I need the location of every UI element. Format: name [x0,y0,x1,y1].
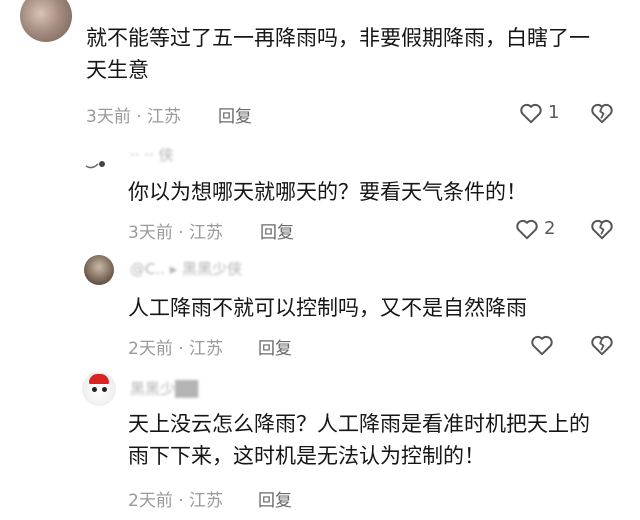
heart-outline-icon[interactable] [518,100,544,126]
reply-button[interactable]: 回复 [258,486,292,511]
broken-heart-icon[interactable] [589,216,615,242]
reply-button[interactable]: 回复 [258,334,292,359]
avatar[interactable] [84,152,112,174]
avatar[interactable] [82,372,116,406]
avatar[interactable] [84,255,114,285]
comment-meta: 3天前 · 江苏 [86,107,182,127]
like-count: 2 [544,218,556,239]
broken-heart-icon[interactable] [589,332,615,358]
comment-text: 人工降雨不就可以控制吗，又不是自然降雨 [128,296,527,320]
reply-button[interactable]: 回复 [218,102,252,127]
comment-meta: 2天前 · 江苏 [128,491,224,511]
username[interactable]: ·· ·· 侠 [130,144,174,165]
heart-outline-icon[interactable] [514,216,540,242]
broken-heart-icon[interactable] [589,100,615,126]
avatar[interactable] [20,0,72,42]
like-count: 1 [548,102,560,123]
comment-text: 天上没云怎么降雨？人工降雨是看准时机把天上的 雨下下来，这时机是无法认为控制的！ [128,412,590,468]
comment-text: 就不能等过了五一再降雨吗，非要假期降雨，白瞎了一 天生意 [86,26,590,82]
comment-meta: 2天前 · 江苏 [128,339,224,359]
comment-meta: 3天前 · 江苏 [128,223,224,243]
comment-text: 你以为想哪天就哪天的？要看天气条件的！ [128,180,527,204]
username[interactable]: 黑黑少██ [130,378,198,399]
reply-button[interactable]: 回复 [260,218,294,243]
heart-outline-icon[interactable] [529,332,555,358]
username[interactable]: @C.. ▸ 黑黑少侠 [130,258,242,279]
